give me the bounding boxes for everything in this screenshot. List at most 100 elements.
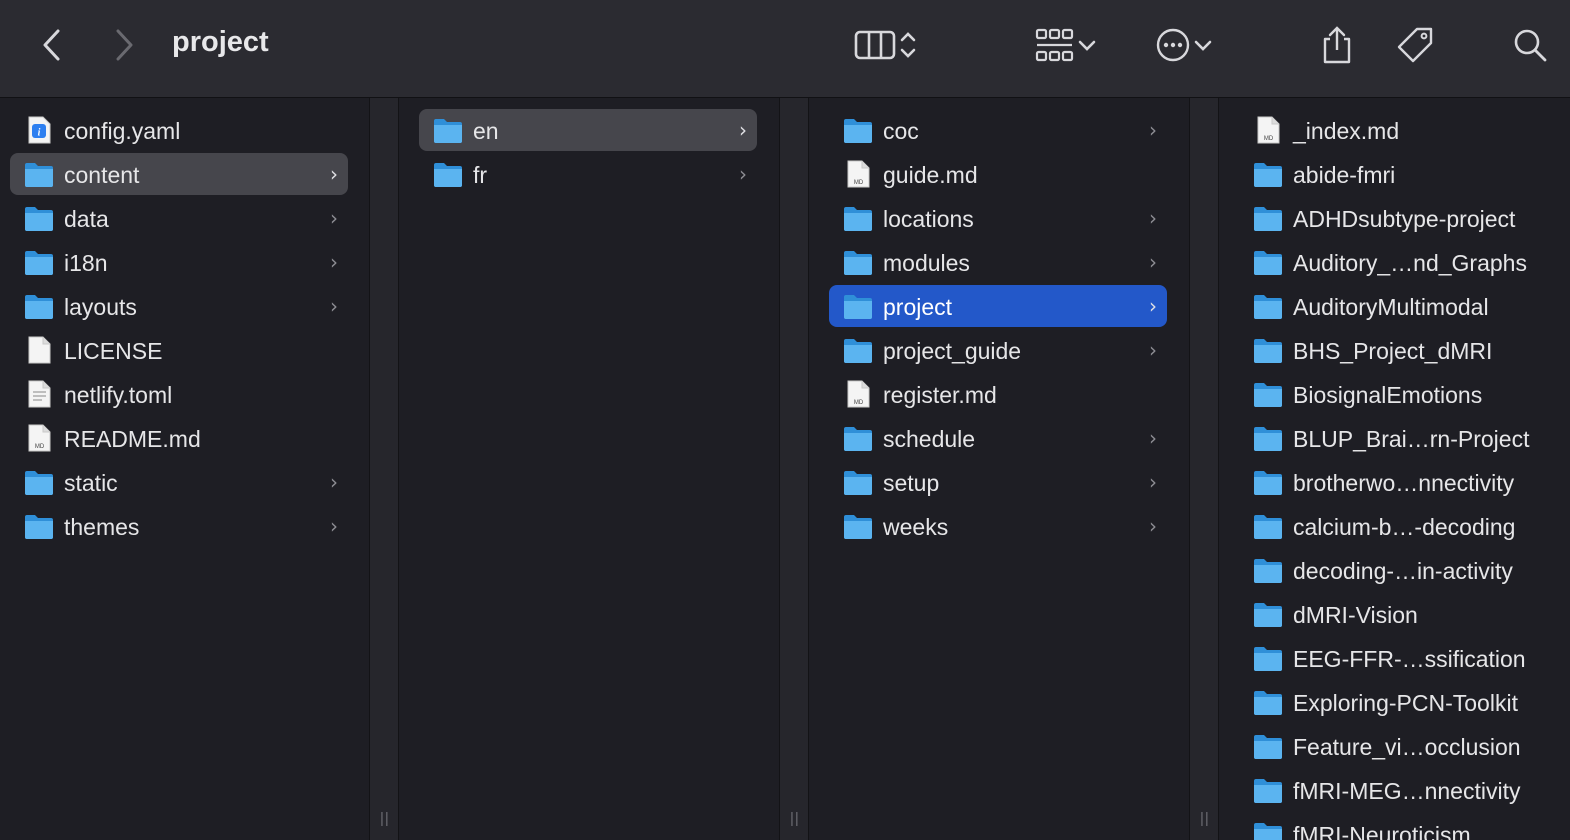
folder-item[interactable]: Feature_vi…occlusion›	[1239, 725, 1570, 767]
folder-item[interactable]: coc ›	[829, 109, 1167, 151]
chevron-right-icon: ›	[330, 470, 338, 494]
tag-icon	[1397, 27, 1433, 63]
folder-item[interactable]: project ›	[829, 285, 1167, 327]
back-button[interactable]	[32, 22, 72, 68]
action-button[interactable]	[1148, 22, 1220, 68]
folder-item[interactable]: abide-fmri›	[1239, 153, 1570, 195]
folder-icon	[843, 116, 873, 144]
column-resize-handle[interactable]: ||	[369, 98, 399, 840]
folder-item[interactable]: ADHDsubtype-project›	[1239, 197, 1570, 239]
markdown-file-icon: MD	[843, 380, 873, 408]
tag-button[interactable]	[1392, 22, 1438, 68]
chevron-right-icon	[116, 29, 133, 61]
text-file-icon	[24, 380, 54, 408]
item-label: EEG-FFR-…ssification	[1293, 646, 1526, 672]
window-title: project	[172, 26, 269, 58]
search-button[interactable]	[1508, 22, 1552, 68]
folder-item[interactable]: schedule ›	[829, 417, 1167, 459]
folder-item[interactable]: Exploring-PCN-Toolkit›	[1239, 681, 1570, 723]
file-item[interactable]: LICENSE	[10, 329, 348, 371]
column-resize-handle[interactable]: ||	[779, 98, 809, 840]
folder-item[interactable]: en ›	[419, 109, 757, 151]
folder-item[interactable]: EEG-FFR-…ssification›	[1239, 637, 1570, 679]
folder-item[interactable]: modules ›	[829, 241, 1167, 283]
folder-item[interactable]: setup ›	[829, 461, 1167, 503]
item-label: register.md	[883, 382, 997, 408]
column-resize-handle[interactable]: ||	[1189, 98, 1219, 840]
item-label: coc	[883, 118, 919, 144]
group-button[interactable]	[1028, 22, 1104, 68]
svg-text:MD: MD	[854, 400, 864, 406]
folder-icon	[843, 424, 873, 452]
view-mode-button[interactable]	[844, 22, 928, 68]
file-item[interactable]: netlify.toml	[10, 373, 348, 415]
folder-icon	[24, 292, 54, 320]
folder-item[interactable]: Auditory_…nd_Graphs›	[1239, 241, 1570, 283]
item-label: _index.md	[1293, 118, 1400, 144]
folder-icon	[843, 248, 873, 276]
item-label: layouts	[64, 294, 137, 320]
item-label: fr	[473, 162, 488, 188]
item-label: locations	[883, 206, 974, 232]
folder-item[interactable]: calcium-b…-decoding›	[1239, 505, 1570, 547]
folder-icon	[1253, 292, 1283, 320]
chevron-right-icon: ›	[330, 162, 338, 186]
item-label: Exploring-PCN-Toolkit	[1293, 690, 1518, 716]
item-label: ADHDsubtype-project	[1293, 206, 1516, 232]
item-label: netlify.toml	[64, 382, 173, 408]
folder-icon	[843, 204, 873, 232]
folder-item[interactable]: fMRI-MEG…nnectivity›	[1239, 769, 1570, 811]
item-label: modules	[883, 250, 970, 276]
folder-item[interactable]: dMRI-Vision›	[1239, 593, 1570, 635]
file-item[interactable]: MD README.md	[10, 417, 348, 459]
folder-item[interactable]: locations ›	[829, 197, 1167, 239]
folder-icon	[1253, 468, 1283, 496]
file-item[interactable]: MD _index.md	[1239, 109, 1570, 151]
folder-item[interactable]: decoding-…in-activity›	[1239, 549, 1570, 591]
group-grid-icon	[1035, 28, 1074, 62]
folder-item[interactable]: static ›	[10, 461, 348, 503]
folder-item[interactable]: BiosignalEmotions›	[1239, 373, 1570, 415]
chevron-right-icon: ›	[330, 250, 338, 274]
folder-item[interactable]: fr ›	[419, 153, 757, 195]
item-label: decoding-…in-activity	[1293, 558, 1513, 584]
folder-item[interactable]: brotherwo…nnectivity›	[1239, 461, 1570, 503]
folder-item[interactable]: fMRI-Neuroticism›	[1239, 813, 1570, 840]
item-label: BLUP_Brai…rn-Project	[1293, 426, 1530, 452]
chevron-right-icon: ›	[330, 514, 338, 538]
folder-item[interactable]: i18n ›	[10, 241, 348, 283]
column-1: i config.yaml content › data › i18n › layouts › LI…	[0, 98, 369, 840]
file-item[interactable]: i config.yaml	[10, 109, 348, 151]
folder-item[interactable]: AuditoryMultimodal›	[1239, 285, 1570, 327]
folder-icon	[1253, 732, 1283, 760]
item-label: setup	[883, 470, 940, 496]
folder-item[interactable]: BHS_Project_dMRI›	[1239, 329, 1570, 371]
folder-item[interactable]: content ›	[10, 153, 348, 195]
document-icon	[24, 336, 54, 364]
folder-item[interactable]: themes ›	[10, 505, 348, 547]
folder-item[interactable]: data ›	[10, 197, 348, 239]
folder-icon	[843, 292, 873, 320]
folder-item[interactable]: layouts ›	[10, 285, 348, 327]
markdown-file-icon: MD	[843, 160, 873, 188]
item-label: abide-fmri	[1293, 162, 1396, 188]
folder-icon	[1253, 820, 1283, 840]
file-item[interactable]: MD register.md	[829, 373, 1167, 415]
item-label: README.md	[64, 426, 201, 452]
folder-item[interactable]: project_guide ›	[829, 329, 1167, 371]
forward-button[interactable]	[104, 22, 144, 68]
svg-text:i: i	[38, 128, 41, 139]
item-label: weeks	[883, 514, 949, 540]
folder-icon	[1253, 600, 1283, 628]
folder-icon	[843, 468, 873, 496]
folder-item[interactable]: BLUP_Brai…rn-Project›	[1239, 417, 1570, 459]
folder-item[interactable]: weeks ›	[829, 505, 1167, 547]
column-3: coc › MD guide.md locations › modules › project ›…	[809, 98, 1189, 840]
folder-icon	[843, 512, 873, 540]
item-label: BiosignalEmotions	[1293, 382, 1483, 408]
folder-icon	[1253, 512, 1283, 540]
file-item[interactable]: MD guide.md	[829, 153, 1167, 195]
folder-icon	[433, 116, 463, 144]
share-button[interactable]	[1316, 22, 1358, 68]
yaml-file-icon: i	[24, 116, 54, 144]
